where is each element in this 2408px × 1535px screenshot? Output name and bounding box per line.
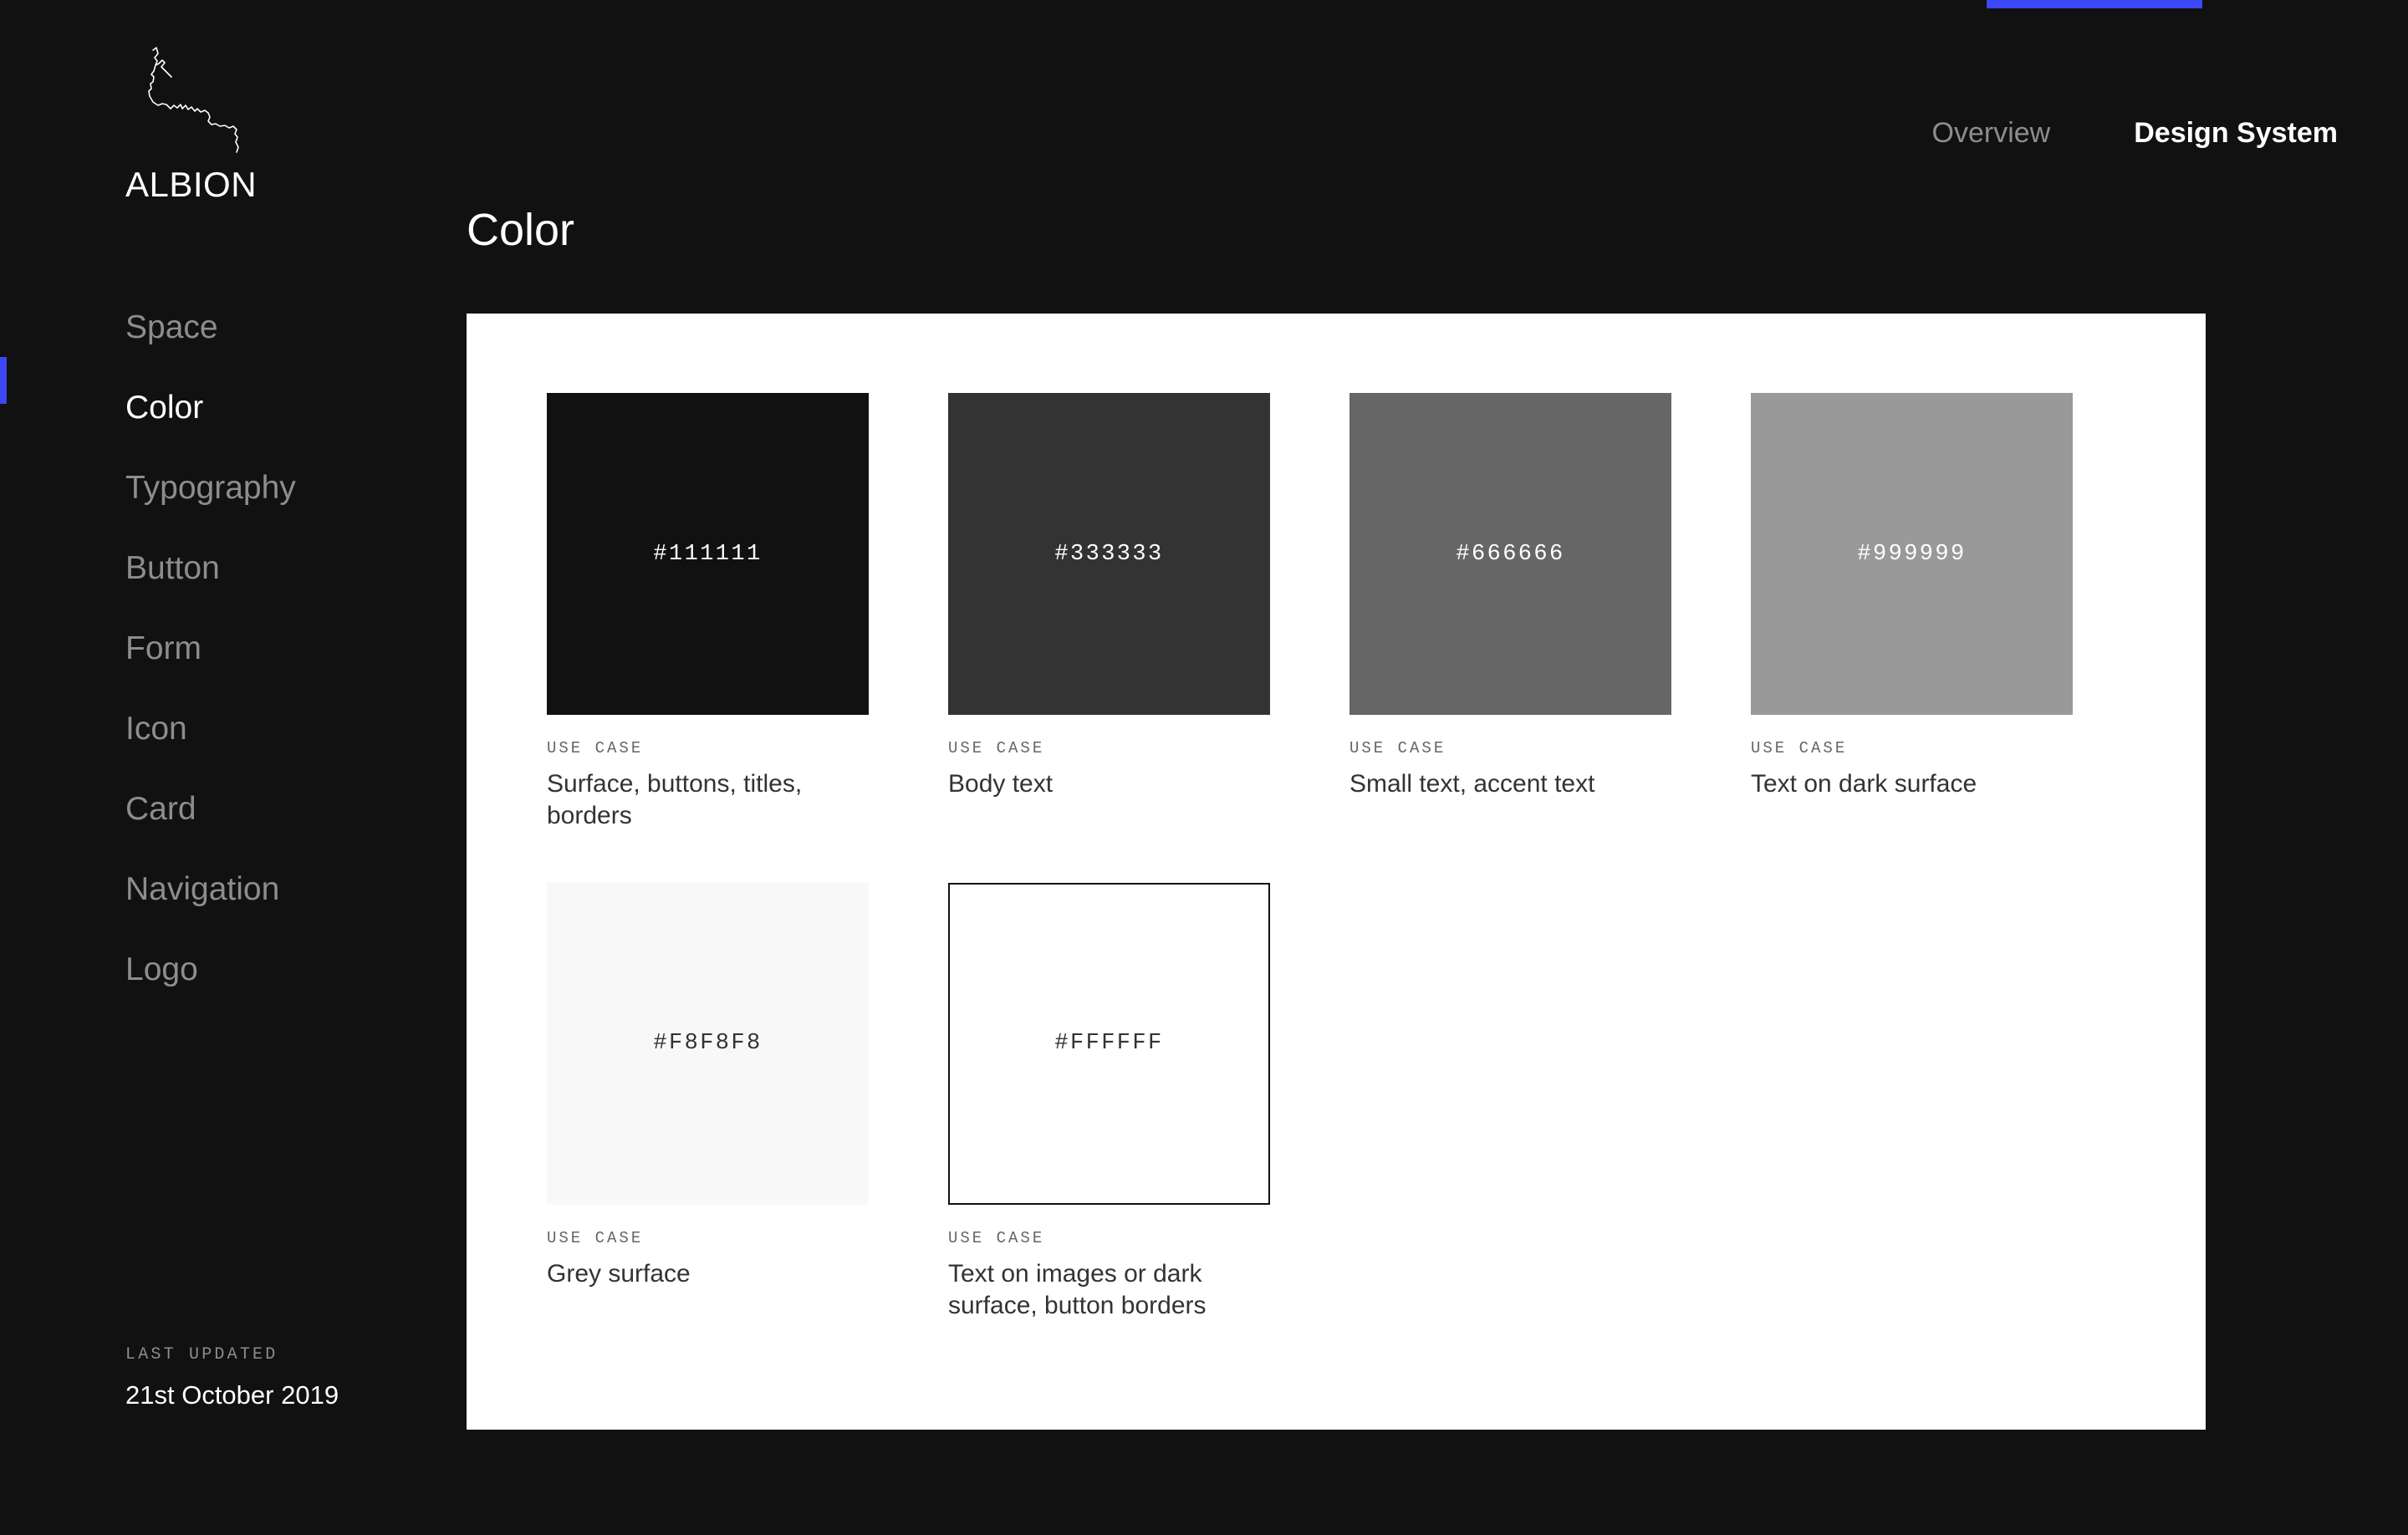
swatch-usecase-label: USE CASE (948, 739, 1270, 757)
brand-logo[interactable]: ALBION (125, 43, 343, 202)
sidebar-item-color[interactable]: Color (125, 391, 426, 424)
swatch-cell[interactable]: #333333 USE CASE Body text (948, 393, 1270, 833)
design-system-page: ALBION Space Color Typography Button For… (0, 0, 2408, 1535)
color-swatch-999999[interactable]: #999999 (1751, 393, 2073, 715)
swatch-usecase-text: Surface, buttons, titles, borders (547, 768, 869, 833)
swatch-hex-value: #FFFFFF (1054, 1031, 1163, 1056)
brand-name: ALBION (125, 167, 343, 202)
swatch-meta: USE CASE Grey surface (547, 1205, 869, 1290)
sidebar-item-button[interactable]: Button (125, 552, 426, 584)
swatch-hex-value: #111111 (653, 542, 762, 567)
sidebar-item-space[interactable]: Space (125, 311, 426, 344)
color-swatch-111111[interactable]: #111111 (547, 393, 869, 715)
swatch-meta: USE CASE Text on dark surface (1751, 715, 2073, 800)
tab-design-system[interactable]: Design System (2134, 117, 2338, 150)
page-title: Color (467, 207, 574, 252)
swatch-usecase-label: USE CASE (1751, 739, 2073, 757)
sidebar: ALBION Space Color Typography Button For… (0, 0, 467, 1535)
swatch-meta: USE CASE Text on images or dark surface,… (948, 1205, 1270, 1323)
sidebar-nav: Space Color Typography Button Form Icon … (125, 311, 426, 1033)
swatch-hex-value: #333333 (1054, 542, 1163, 567)
swatch-usecase-label: USE CASE (1349, 739, 1671, 757)
color-palette-card: #111111 USE CASE Surface, buttons, title… (467, 314, 2206, 1430)
swatch-meta: USE CASE Body text (948, 715, 1270, 800)
swatch-usecase-label: USE CASE (948, 1229, 1270, 1247)
swatch-hex-value: #999999 (1857, 542, 1966, 567)
color-swatch-f8f8f8[interactable]: #F8F8F8 (547, 883, 869, 1205)
color-swatch-333333[interactable]: #333333 (948, 393, 1270, 715)
swatch-usecase-text: Grey surface (547, 1258, 869, 1290)
swatch-cell[interactable]: #999999 USE CASE Text on dark surface (1751, 393, 2073, 833)
swatch-cell[interactable]: #FFFFFF USE CASE Text on images or dark … (948, 883, 1270, 1323)
swatch-hex-value: #666666 (1456, 542, 1564, 567)
tab-overview[interactable]: Overview (1932, 117, 2051, 150)
top-nav: Overview Design System (1932, 117, 2338, 150)
swatch-meta: USE CASE Small text, accent text (1349, 715, 1671, 800)
swatch-cell[interactable]: #666666 USE CASE Small text, accent text (1349, 393, 1671, 833)
swatch-grid: #111111 USE CASE Surface, buttons, title… (547, 393, 2127, 1323)
last-updated-label: LAST UPDATED (125, 1345, 443, 1364)
swatch-usecase-text: Small text, accent text (1349, 768, 1671, 800)
swatch-usecase-text: Text on dark surface (1751, 768, 2073, 800)
swatch-usecase-text: Text on images or dark surface, button b… (948, 1258, 1270, 1323)
swatch-usecase-text: Body text (948, 768, 1270, 800)
sidebar-item-card[interactable]: Card (125, 793, 426, 825)
swatch-cell[interactable]: #111111 USE CASE Surface, buttons, title… (547, 393, 869, 833)
swatch-usecase-label: USE CASE (547, 1229, 869, 1247)
swatch-usecase-label: USE CASE (547, 739, 869, 757)
last-updated-block: LAST UPDATED 21st October 2019 (125, 1345, 443, 1410)
sidebar-item-navigation[interactable]: Navigation (125, 873, 426, 905)
swatch-meta: USE CASE Surface, buttons, titles, borde… (547, 715, 869, 833)
sidebar-item-icon[interactable]: Icon (125, 712, 426, 745)
color-swatch-666666[interactable]: #666666 (1349, 393, 1671, 715)
swatch-hex-value: #F8F8F8 (653, 1031, 762, 1056)
active-tab-indicator (1987, 0, 2202, 8)
sidebar-item-form[interactable]: Form (125, 632, 426, 665)
sidebar-item-typography[interactable]: Typography (125, 472, 426, 504)
swatch-cell[interactable]: #F8F8F8 USE CASE Grey surface (547, 883, 869, 1323)
color-swatch-ffffff[interactable]: #FFFFFF (948, 883, 1270, 1205)
sidebar-item-logo[interactable]: Logo (125, 953, 426, 986)
last-updated-value: 21st October 2019 (125, 1381, 443, 1410)
coastline-outline-icon (125, 43, 251, 157)
